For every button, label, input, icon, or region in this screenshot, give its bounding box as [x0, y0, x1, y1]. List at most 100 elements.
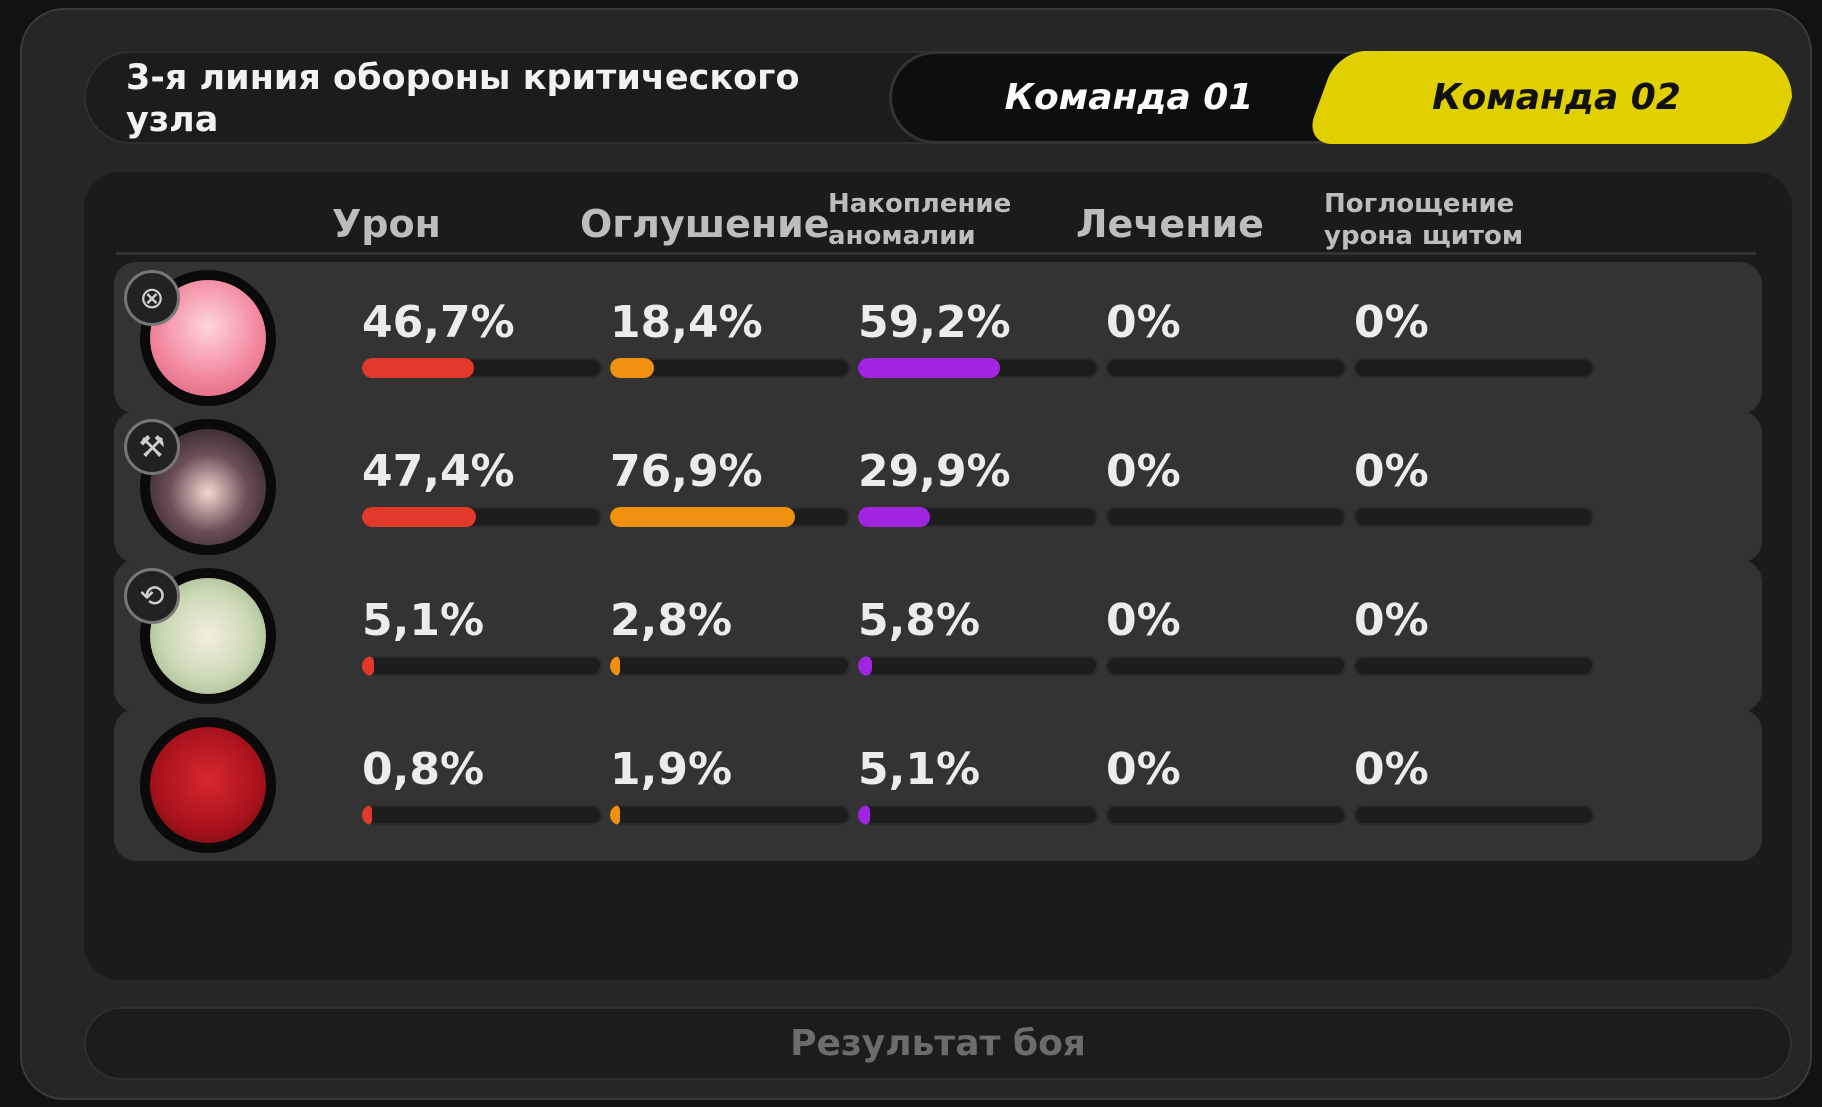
stat-bar-track — [1354, 358, 1594, 378]
stat-value: 46,7% — [362, 297, 515, 348]
stat-bar-track — [1106, 656, 1346, 676]
battle-stats-panel: 3-я линия обороны критического узла Кома… — [20, 8, 1812, 1100]
stat-bar-track — [1106, 507, 1346, 527]
agent-row: ⊗ 46,7% 18,4% 59,2% 0% 0% — [114, 262, 1762, 414]
stat-value: 0% — [1354, 595, 1429, 646]
stat-bar-fill — [610, 358, 655, 378]
stat-cell: 5,1% — [362, 596, 602, 676]
stat-cell: 0% — [1354, 447, 1594, 527]
stat-cell: 2,8% — [610, 596, 850, 676]
stat-bar-track — [610, 656, 850, 676]
agent-2-avatar: ⚒ — [124, 419, 276, 555]
agent-1-avatar: ⊗ — [124, 270, 276, 406]
agent-row: 0,8% 1,9% 5,1% 0% 0% — [114, 709, 1762, 861]
stat-cell: 0% — [1354, 596, 1594, 676]
stat-value: 76,9% — [610, 446, 763, 497]
stat-bar-track — [362, 656, 602, 676]
stat-bar-fill — [858, 805, 871, 825]
agent-3-avatar: ⟲ — [124, 568, 276, 704]
stat-cell: 0% — [1354, 745, 1594, 825]
battle-result-button[interactable]: Результат боя — [84, 1007, 1792, 1080]
stat-value: 18,4% — [610, 297, 763, 348]
attack-specialty-icon: ⊗ — [124, 270, 180, 326]
stat-cell: 29,9% — [858, 447, 1098, 527]
stat-bar-track — [610, 358, 850, 378]
portrait-image — [150, 727, 266, 843]
page-title: 3-я линия обороны критического узла — [126, 58, 800, 140]
stat-bar-track — [858, 805, 1098, 825]
agent-row: ⚒ 47,4% 76,9% 29,9% 0% 0% — [114, 411, 1762, 563]
stat-cell: 0% — [1106, 745, 1346, 825]
stat-bar-track — [362, 507, 602, 527]
stat-bar-fill — [858, 358, 1001, 378]
column-header-healing: Лечение — [1076, 202, 1264, 246]
stat-cell: 5,1% — [858, 745, 1098, 825]
tab-team-01-label: Команда 01 — [1004, 77, 1254, 118]
stat-value: 0,8% — [362, 744, 485, 795]
column-header-shield-absorb: Поглощение урона щитом — [1324, 189, 1524, 251]
stat-bar-fill — [362, 507, 476, 527]
stat-bar-fill — [610, 656, 620, 676]
stat-cell: 1,9% — [610, 745, 850, 825]
stat-value: 0% — [1354, 744, 1429, 795]
stat-bar-fill — [362, 805, 372, 825]
bangboo-avatar — [140, 717, 276, 853]
stat-bar-track — [1106, 358, 1346, 378]
column-header-damage: Урон — [332, 202, 441, 246]
stats-table: Урон Оглушение Накопление аномалии Лечен… — [84, 172, 1792, 980]
stat-bar-track — [1354, 805, 1594, 825]
team-tabs: Команда 01 Команда 02 — [889, 51, 1792, 144]
stat-bar-track — [1354, 656, 1594, 676]
stat-value: 0% — [1354, 446, 1429, 497]
battle-result-label: Результат боя — [790, 1023, 1086, 1064]
stat-bar-fill — [610, 507, 795, 527]
agent-row: ⟲ 5,1% 2,8% 5,8% 0% 0% — [114, 560, 1762, 712]
stat-bar-track — [362, 358, 602, 378]
stat-bar-track — [858, 656, 1098, 676]
stun-specialty-icon: ⚒ — [124, 419, 180, 475]
stat-bar-track — [610, 805, 850, 825]
tab-team-01[interactable]: Команда 01 — [889, 51, 1369, 144]
stat-value: 0% — [1354, 297, 1429, 348]
stat-cell: 46,7% — [362, 298, 602, 378]
stat-cell: 0,8% — [362, 745, 602, 825]
stat-bar-fill — [858, 507, 930, 527]
stat-cell: 0% — [1106, 447, 1346, 527]
stat-bar-track — [858, 358, 1098, 378]
stat-bar-track — [610, 507, 850, 527]
stat-cell: 0% — [1106, 596, 1346, 676]
stat-value: 59,2% — [858, 297, 1011, 348]
stat-cell: 5,8% — [858, 596, 1098, 676]
stat-value: 5,8% — [858, 595, 981, 646]
stat-cell: 0% — [1106, 298, 1346, 378]
stat-cell: 59,2% — [858, 298, 1098, 378]
stat-value: 29,9% — [858, 446, 1011, 497]
stat-value: 0% — [1106, 744, 1181, 795]
stat-cell: 18,4% — [610, 298, 850, 378]
stat-value: 47,4% — [362, 446, 515, 497]
column-header-daze: Оглушение — [580, 202, 830, 246]
stat-value: 0% — [1106, 595, 1181, 646]
header-divider — [116, 252, 1756, 255]
header-bar: 3-я линия обороны критического узла Кома… — [84, 51, 1792, 144]
stat-cell: 0% — [1354, 298, 1594, 378]
stat-cell: 47,4% — [362, 447, 602, 527]
stat-value: 1,9% — [610, 744, 733, 795]
stat-bar-track — [858, 507, 1098, 527]
stat-bar-fill — [610, 805, 620, 825]
stat-value: 0% — [1106, 446, 1181, 497]
tab-team-02-label: Команда 02 — [1432, 77, 1681, 118]
stat-value: 5,1% — [362, 595, 485, 646]
stat-value: 5,1% — [858, 744, 981, 795]
stat-bar-fill — [858, 656, 872, 676]
stat-bar-track — [1106, 805, 1346, 825]
tab-team-02[interactable]: Команда 02 — [1304, 51, 1792, 144]
column-header-anomaly: Накопление аномалии — [828, 189, 1012, 251]
stat-bar-track — [1354, 507, 1594, 527]
stat-value: 2,8% — [610, 595, 733, 646]
stat-cell: 76,9% — [610, 447, 850, 527]
stat-bar-track — [362, 805, 602, 825]
stat-bar-fill — [362, 358, 475, 378]
stat-value: 0% — [1106, 297, 1181, 348]
stat-bar-fill — [362, 656, 375, 676]
